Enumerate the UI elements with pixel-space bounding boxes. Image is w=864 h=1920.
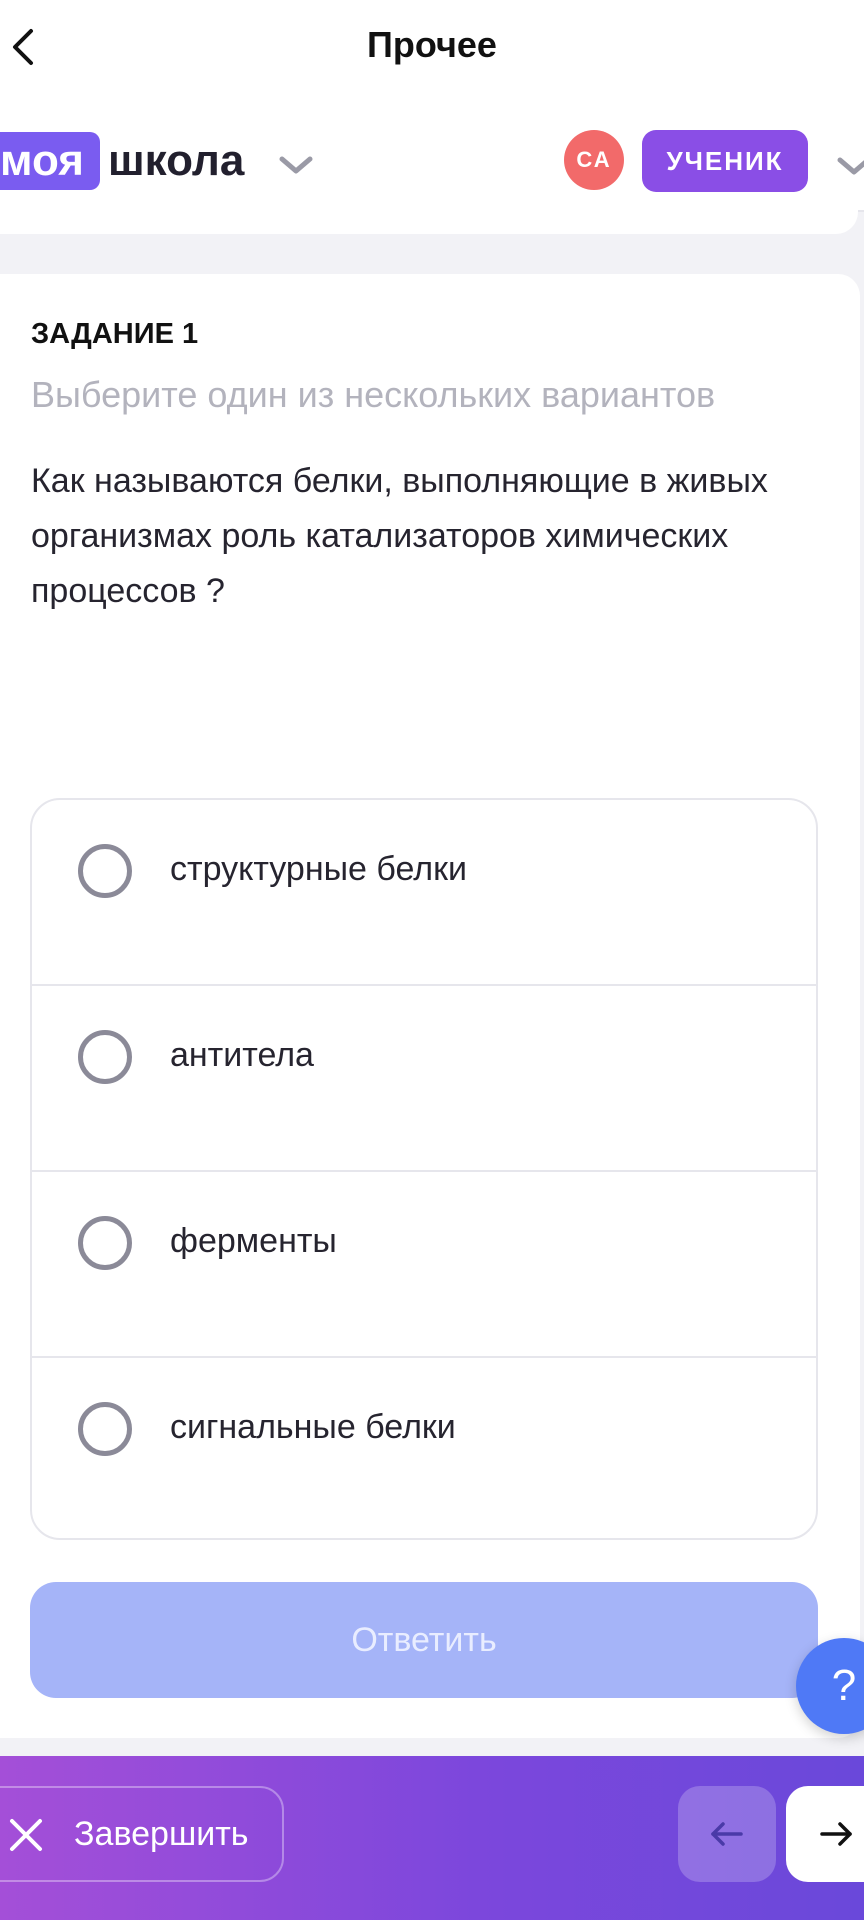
finish-button[interactable]: Завершить <box>0 1786 284 1882</box>
role-dropdown-chevron-icon[interactable] <box>834 148 864 188</box>
close-icon <box>10 1819 42 1851</box>
radio-button[interactable] <box>78 1402 132 1456</box>
answer-option-label: сигнальные белки <box>170 1408 456 1446</box>
answer-option[interactable]: антитела <box>32 986 816 1172</box>
role-badge[interactable]: УЧЕНИК <box>642 130 808 192</box>
previous-task-button[interactable] <box>678 1786 776 1882</box>
task-number-label: ЗАДАНИЕ 1 <box>31 318 199 350</box>
answer-option[interactable]: сигнальные белки <box>32 1358 816 1538</box>
radio-button[interactable] <box>78 1216 132 1270</box>
page-title: Прочее <box>367 24 497 65</box>
answer-option-label: ферменты <box>170 1222 337 1260</box>
finish-button-label: Завершить <box>74 1815 249 1853</box>
task-card: ЗАДАНИЕ 1 Выберите один из нескольких ва… <box>0 274 860 1738</box>
next-task-button[interactable] <box>786 1786 864 1882</box>
task-question: Как называются белки, выполняющие в живы… <box>31 462 768 610</box>
answer-option-label: структурные белки <box>170 850 467 888</box>
answer-option-label: антитела <box>170 1036 314 1074</box>
answer-option[interactable]: структурные белки <box>32 800 816 986</box>
answer-options: структурные белки антитела ферменты сигн… <box>30 798 818 1540</box>
arrow-right-icon <box>820 1822 852 1846</box>
app-header: моя школа СА УЧЕНИК <box>0 92 864 212</box>
radio-button[interactable] <box>78 844 132 898</box>
task-hint: Выберите один из нескольких вариантов <box>31 374 716 415</box>
bottom-action-bar: Завершить <box>0 1756 864 1920</box>
avatar[interactable]: СА <box>564 130 624 190</box>
arrow-left-icon <box>711 1822 743 1846</box>
answer-option[interactable]: ферменты <box>32 1172 816 1358</box>
logo-badge: моя <box>0 132 100 190</box>
top-nav-bar: Прочее <box>0 0 864 92</box>
radio-button[interactable] <box>78 1030 132 1084</box>
answer-button[interactable]: Ответить <box>30 1582 818 1698</box>
chevron-down-icon[interactable] <box>276 147 316 187</box>
logo-text: школа <box>108 136 245 185</box>
previous-card-edge <box>0 210 858 234</box>
